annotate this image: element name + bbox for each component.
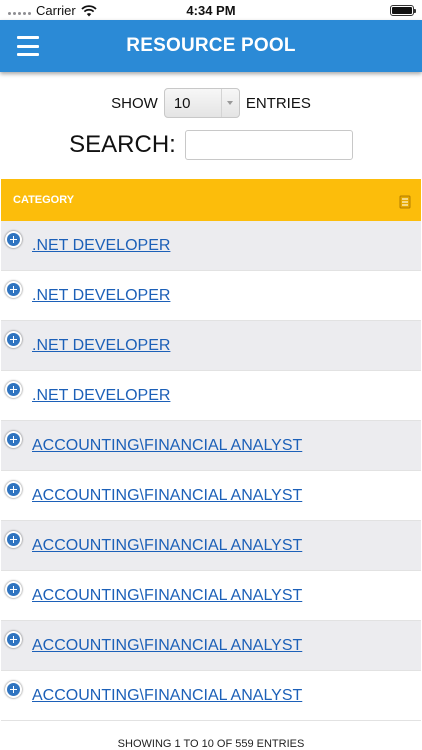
category-link[interactable]: .NET DEVELOPER (32, 387, 170, 405)
search-control: SEARCH: (0, 130, 422, 160)
battery-icon (390, 5, 416, 16)
status-time: 4:34 PM (186, 3, 236, 18)
table-row[interactable]: ACCOUNTING\FINANCIAL ANALYST (1, 621, 421, 671)
category-link[interactable]: .NET DEVELOPER (32, 337, 170, 355)
app-header: RESOURCE POOL (0, 20, 422, 72)
expand-plus-icon[interactable] (5, 631, 22, 648)
column-header-category: CATEGORY (13, 194, 75, 206)
table-row[interactable]: ACCOUNTING\FINANCIAL ANALYST (1, 571, 421, 621)
page-length-value: 10 (173, 94, 191, 112)
page-length-select[interactable]: 10 (163, 88, 240, 118)
hamburger-menu-icon[interactable] (17, 36, 39, 56)
battery-level (392, 7, 412, 14)
table-row[interactable]: ACCOUNTING\FINANCIAL ANALYST (1, 521, 421, 571)
table-row[interactable]: .NET DEVELOPER (1, 221, 421, 271)
select-arrow (220, 89, 239, 117)
expand-plus-icon[interactable] (5, 481, 22, 498)
table-row[interactable]: .NET DEVELOPER (1, 271, 421, 321)
table-header-category[interactable]: CATEGORY (1, 179, 421, 221)
expand-plus-icon[interactable] (5, 531, 22, 548)
expand-plus-icon[interactable] (5, 431, 22, 448)
category-link[interactable]: ACCOUNTING\FINANCIAL ANALYST (32, 687, 302, 705)
category-link[interactable]: .NET DEVELOPER (32, 237, 170, 255)
sort-icon[interactable] (399, 195, 411, 209)
expand-plus-icon[interactable] (5, 381, 22, 398)
table-row[interactable]: ACCOUNTING\FINANCIAL ANALYST (1, 421, 421, 471)
show-label: SHOW (111, 94, 158, 112)
table-row[interactable]: ACCOUNTING\FINANCIAL ANALYST (1, 471, 421, 521)
expand-plus-icon[interactable] (5, 681, 22, 698)
search-label: SEARCH: (69, 131, 176, 158)
expand-plus-icon[interactable] (5, 581, 22, 598)
search-input[interactable] (184, 130, 353, 160)
category-table: CATEGORY .NET DEVELOPER .NET DEVELOPER .NE… (1, 179, 421, 721)
entries-label: ENTRIES (245, 94, 311, 112)
category-link[interactable]: ACCOUNTING\FINANCIAL ANALYST (32, 587, 302, 605)
expand-plus-icon[interactable] (5, 231, 22, 248)
table-row[interactable]: .NET DEVELOPER (1, 321, 421, 371)
table-row[interactable]: .NET DEVELOPER (1, 371, 421, 421)
category-link[interactable]: .NET DEVELOPER (32, 287, 170, 305)
expand-plus-icon[interactable] (5, 281, 22, 298)
page-length-control: SHOW 10 ENTRIES (0, 88, 422, 118)
category-link[interactable]: ACCOUNTING\FINANCIAL ANALYST (32, 487, 302, 505)
category-link[interactable]: ACCOUNTING\FINANCIAL ANALYST (32, 437, 302, 455)
table-info: SHOWING 1 TO 10 OF 559 ENTRIES (117, 738, 305, 750)
expand-plus-icon[interactable] (5, 331, 22, 348)
category-link[interactable]: ACCOUNTING\FINANCIAL ANALYST (32, 637, 302, 655)
table-body: .NET DEVELOPER .NET DEVELOPER .NET DEVELOP… (1, 221, 421, 721)
table-row[interactable]: ACCOUNTING\FINANCIAL ANALYST (1, 671, 421, 721)
category-link[interactable]: ACCOUNTING\FINANCIAL ANALYST (32, 537, 302, 555)
page-title: RESOURCE POOL (126, 35, 296, 56)
status-bar: Carrier 4:34 PM (0, 0, 422, 20)
chevron-down-icon (227, 101, 234, 105)
